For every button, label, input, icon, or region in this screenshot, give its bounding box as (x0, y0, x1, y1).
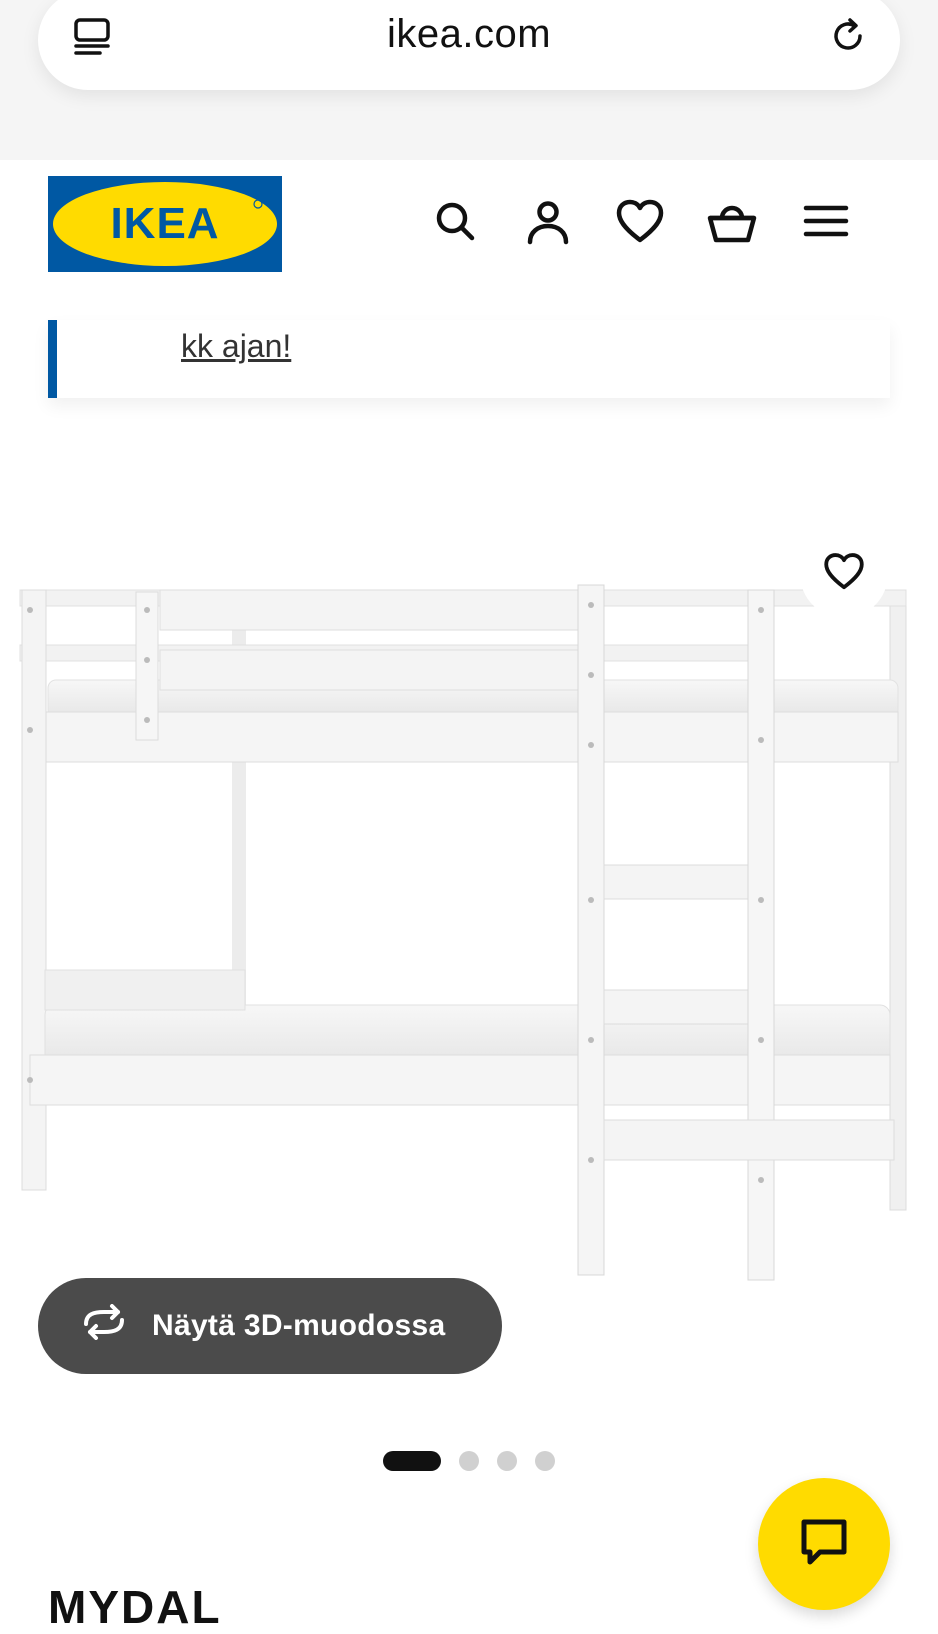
wishlist-heart-icon[interactable] (614, 196, 666, 248)
url-text[interactable]: ikea.com (38, 12, 900, 57)
menu-icon[interactable] (800, 196, 852, 248)
promo-link[interactable]: kk ajan! (181, 328, 291, 365)
svg-text:IKEA: IKEA (110, 199, 219, 248)
chat-bubble-icon (796, 1514, 852, 1575)
search-icon[interactable] (430, 196, 482, 248)
carousel-dot[interactable] (535, 1451, 555, 1471)
shopping-basket-icon[interactable] (706, 196, 758, 248)
add-to-wishlist-button[interactable] (800, 530, 888, 618)
rotate-3d-icon (80, 1304, 152, 1348)
browser-address-bar[interactable]: ikea.com (38, 0, 900, 90)
image-carousel-indicator (383, 1450, 555, 1472)
account-icon[interactable] (522, 196, 574, 248)
ikea-logo[interactable]: IKEA (48, 176, 282, 272)
product-name: MYDAL (48, 1581, 222, 1633)
heart-icon (822, 550, 866, 599)
view-in-3d-button[interactable]: Näytä 3D-muodossa (38, 1278, 502, 1374)
reload-icon[interactable] (826, 14, 870, 58)
promo-banner: kk ajan! (48, 320, 890, 398)
carousel-dot[interactable] (459, 1451, 479, 1471)
chat-button[interactable] (758, 1478, 890, 1610)
carousel-dot[interactable] (497, 1451, 517, 1471)
carousel-dot-active[interactable] (383, 1451, 441, 1471)
view-in-3d-label: Näytä 3D-muodossa (152, 1309, 446, 1342)
